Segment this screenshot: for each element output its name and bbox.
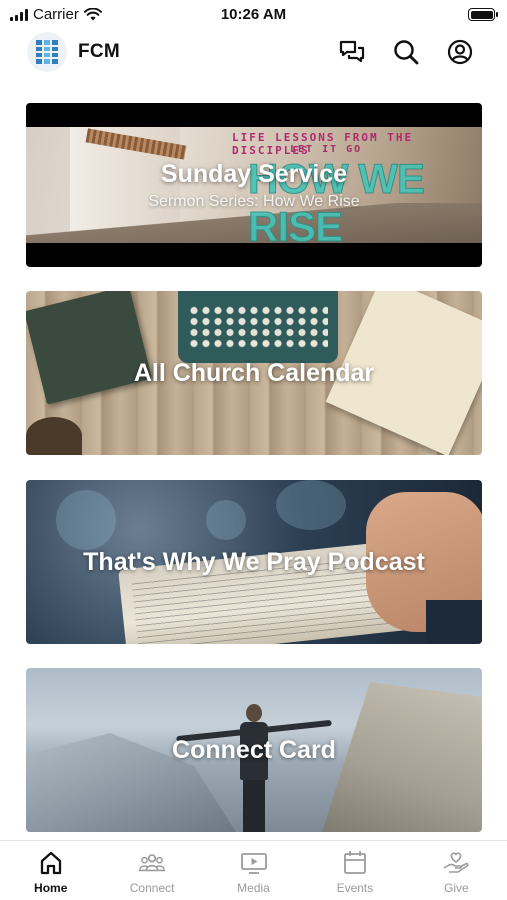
status-time: 10:26 AM <box>220 6 287 23</box>
search-icon <box>394 40 419 65</box>
card-sunday-service[interactable]: LIFE LESSONS FROM THE DISCIPLES LET IT G… <box>26 103 482 267</box>
app-title: FCM <box>78 41 121 62</box>
bokeh-light <box>276 480 346 530</box>
card-subtitle: Sermon Series: How We Rise <box>148 193 360 210</box>
status-bar: Carrier 10:26 AM <box>0 0 507 28</box>
card-all-church-calendar[interactable]: All Church Calendar <box>26 291 482 455</box>
tab-label: Media <box>237 881 270 895</box>
tab-give[interactable]: Give <box>406 841 507 900</box>
calendar-icon <box>344 851 366 874</box>
bokeh-light <box>206 500 246 540</box>
bokeh-light <box>56 490 116 550</box>
church-logo-icon <box>36 40 58 64</box>
tab-label: Events <box>336 881 374 895</box>
pinecone-image <box>26 417 82 455</box>
tab-media[interactable]: Media <box>203 841 304 900</box>
card-podcast[interactable]: That's Why We Pray Podcast <box>26 480 482 644</box>
tab-home[interactable]: Home <box>0 841 101 900</box>
search-button[interactable] <box>390 36 422 68</box>
app-logo[interactable] <box>27 32 67 72</box>
person-figure <box>236 704 272 832</box>
home-icon <box>40 851 61 875</box>
tab-events[interactable]: Events <box>304 841 405 900</box>
messages-button[interactable] <box>336 36 368 68</box>
media-icon <box>240 853 267 874</box>
battery-icon <box>468 8 498 21</box>
tab-label: Give <box>443 881 469 895</box>
sleeve-image <box>426 600 482 644</box>
series-subtag: LET IT GO <box>290 144 363 155</box>
tab-label: Connect <box>129 881 175 895</box>
card-title: All Church Calendar <box>133 359 375 387</box>
typewriter-image <box>178 291 338 363</box>
app-header: FCM <box>0 30 507 76</box>
profile-icon <box>447 39 473 65</box>
card-title: That's Why We Pray Podcast <box>83 548 425 576</box>
profile-button[interactable] <box>444 36 476 68</box>
card-title: Connect Card <box>172 736 336 764</box>
tab-label: Home <box>34 881 68 895</box>
card-connect-card[interactable]: Connect Card <box>26 668 482 832</box>
give-hand-heart-icon <box>443 852 469 873</box>
group-icon <box>139 854 166 872</box>
card-title: Sunday Service <box>160 160 348 188</box>
tab-connect[interactable]: Connect <box>101 841 202 900</box>
tab-bar: Home Connect Media Events Give <box>0 840 507 900</box>
chat-icon <box>339 40 365 63</box>
